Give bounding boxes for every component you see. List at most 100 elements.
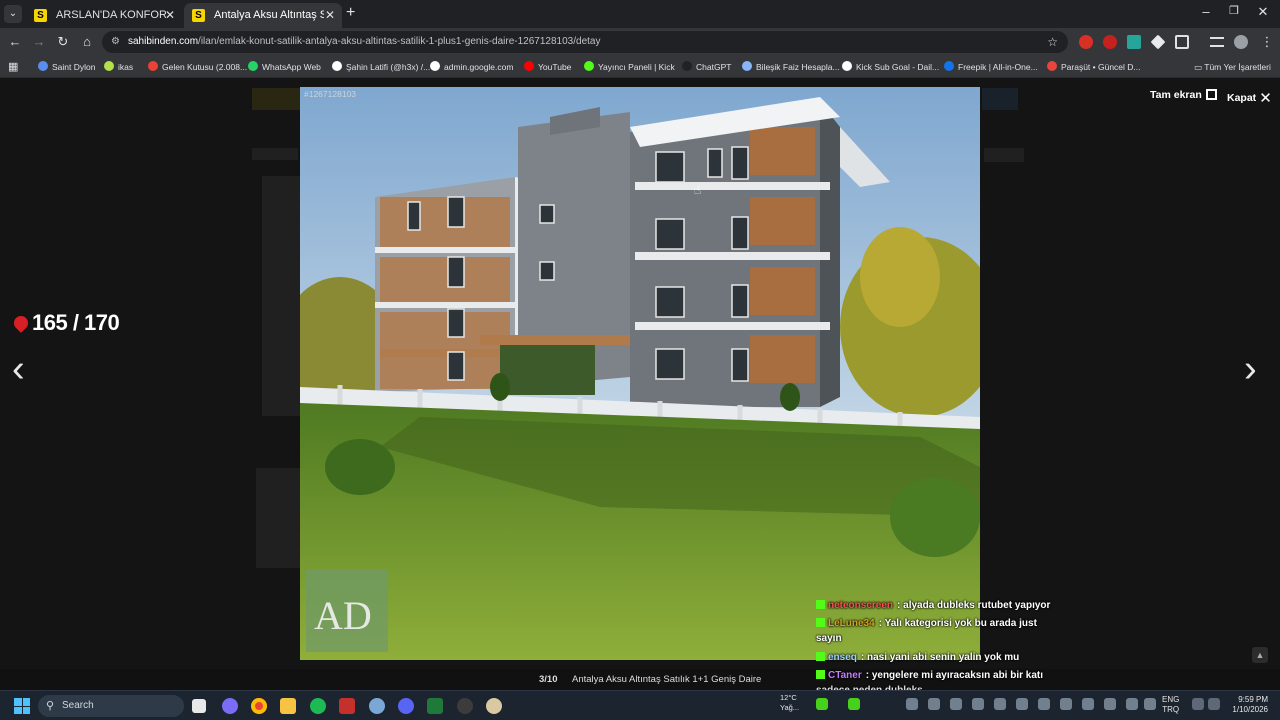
url-host: sahibinden.com [128,36,199,47]
tray-app-icon[interactable] [950,698,962,710]
back-arrow-icon[interactable]: ← [6,33,24,51]
bookmark-item[interactable]: Şahin Latifi (@h3x) /... [332,60,430,74]
discord-icon[interactable] [398,698,414,714]
all-bookmarks-folder[interactable]: ▭ Tüm Yer İşaretleri [1194,60,1271,74]
bookmark-item[interactable]: admin.google.com [430,60,513,74]
kick-badge-icon [816,670,825,679]
chat-text: sayın [816,633,842,644]
reading-list-icon[interactable] [1210,37,1224,47]
bookmark-item[interactable]: Bileşik Faiz Hesapla... [742,60,840,74]
system-clock[interactable]: 9:59 PM 1/10/2026 [1224,695,1268,715]
extension-red-icon[interactable] [1079,35,1093,49]
previous-image-arrow-icon[interactable]: ‹ [12,348,25,391]
kick-tray-icon[interactable] [848,698,860,710]
scroll-to-top-icon[interactable]: ▲ [1252,647,1268,663]
reload-icon[interactable]: ↻ [54,33,72,51]
tray-app-icon[interactable] [972,698,984,710]
file-explorer-icon[interactable] [280,698,296,714]
tab-antalya-aksu[interactable]: S Antalya Aksu Altıntaş Satılık 1+ ✕ [184,3,342,28]
tab-arslan[interactable]: S ARSLAN'DA KONFORUN SIFIR ✕ [26,3,182,28]
bookmark-label: Kick Sub Goal - Dail... [856,62,940,72]
volume-icon[interactable] [1208,698,1220,710]
apps-grid-icon[interactable]: ▦ [8,60,18,74]
weather-widget[interactable]: 12°C Yağ... [780,693,799,713]
site-info-icon[interactable]: ⚙ [111,31,120,53]
tab-search-menu-button[interactable]: ⌄ [4,5,22,23]
chrome-menu-icon[interactable]: ⋮ [1258,33,1276,51]
bookmark-favicon-icon [682,61,692,71]
extensions-puzzle-icon[interactable] [1175,35,1189,49]
bookmark-item[interactable]: Yayıncı Paneli | Kick [584,60,675,74]
bookmark-item[interactable]: ChatGPT [682,60,731,74]
spotify-icon[interactable] [310,698,326,714]
bookmark-label: ChatGPT [696,62,732,72]
settings-gear-icon[interactable] [369,698,385,714]
bookmark-item[interactable]: Freepik | All-in-One... [944,60,1038,74]
close-tab-icon[interactable]: ✕ [325,3,335,28]
home-icon[interactable]: ⌂ [78,33,96,51]
extension-diamond-icon[interactable] [1150,34,1166,50]
tray-app-icon[interactable] [928,698,940,710]
address-bar[interactable]: ⚙ sahibinden.com/ilan/emlak-konut-satili… [102,31,1068,53]
bookmark-star-icon[interactable]: ☆ [1047,31,1058,53]
fullscreen-button[interactable]: Tam ekran [1150,89,1217,101]
url-path: /ilan/emlak-konut-satilik-antalya-aksu-a… [198,36,601,47]
close-lightbox-button[interactable]: Kapat ✕ [1227,89,1272,107]
minimize-icon[interactable]: – [1196,4,1216,19]
bookmark-label: YouTube [538,62,572,72]
taskbar-search-box[interactable]: ⚲ Search [38,695,184,717]
tray-app-icon[interactable] [1038,698,1050,710]
image-index: 3/10 [539,674,558,685]
bookmark-item[interactable]: ikas [104,60,133,74]
bookmark-item[interactable]: Saint Dylon [38,60,95,74]
tray-app-icon[interactable] [1016,698,1028,710]
app-red-icon[interactable] [339,698,355,714]
bookmark-favicon-icon [584,61,594,71]
bookmark-label: Freepik | All-in-One... [958,62,1038,72]
close-tab-icon[interactable]: ✕ [165,3,175,28]
restore-icon[interactable]: ❐ [1224,4,1244,17]
browser-tab-strip: ⌄ S ARSLAN'DA KONFORUN SIFIR ✕ S Antalya… [0,0,1280,28]
bookmark-item[interactable]: Kick Sub Goal - Dail... [842,60,939,74]
profile-avatar[interactable] [1234,35,1248,49]
input-language-indicator[interactable]: ENG TRQ [1162,695,1179,715]
next-image-arrow-icon[interactable]: › [1244,348,1257,391]
kick-tray-icon[interactable] [816,698,828,710]
browser-toolbar: ← → ↻ ⌂ ⚙ sahibinden.com/ilan/emlak-konu… [0,28,1280,56]
image-title: Antalya Aksu Altıntaş Satılık 1+1 Geniş … [572,674,762,685]
tray-app-icon[interactable] [994,698,1006,710]
bookmark-item[interactable]: YouTube [524,60,571,74]
app-round-icon[interactable] [486,698,502,714]
extension-teal-icon[interactable] [1127,35,1141,49]
windows-start-icon[interactable] [14,698,30,714]
wifi-icon[interactable] [1192,698,1204,710]
chat-username: CTaner [828,670,862,681]
background-thumbnails [256,468,300,568]
fullscreen-icon [1205,89,1217,100]
tray-app-icon[interactable] [1126,698,1138,710]
close-label: Kapat [1227,92,1257,104]
window-close-icon[interactable]: ✕ [1253,4,1273,20]
bookmark-item[interactable]: WhatsApp Web [248,60,321,74]
microphone-icon[interactable] [1144,698,1156,710]
map-pin-icon [11,313,31,333]
tray-app-icon[interactable] [1082,698,1094,710]
extension-alert-icon[interactable] [1103,35,1117,49]
task-view-icon[interactable] [192,699,206,713]
bookmark-item[interactable]: Gelen Kutusu (2.008... [148,60,247,74]
bookmark-item[interactable]: Paraşüt • Güncel D... [1047,60,1141,74]
search-placeholder: Search [62,700,94,711]
background-actions [984,148,1024,162]
obs-icon[interactable] [457,698,473,714]
chrome-taskbar-icon[interactable] [251,698,267,714]
copilot-icon[interactable] [222,698,238,714]
excel-icon[interactable] [427,698,443,714]
tray-app-icon[interactable] [906,698,918,710]
background-site-logo [252,88,300,110]
new-tab-plus-icon[interactable]: + [346,4,360,22]
forward-arrow-icon[interactable]: → [30,33,48,51]
steam-tray-icon[interactable] [1060,698,1072,710]
close-icon: ✕ [1259,90,1272,107]
bookmark-label: Paraşüt • Güncel D... [1061,62,1141,72]
tray-app-icon[interactable] [1104,698,1116,710]
